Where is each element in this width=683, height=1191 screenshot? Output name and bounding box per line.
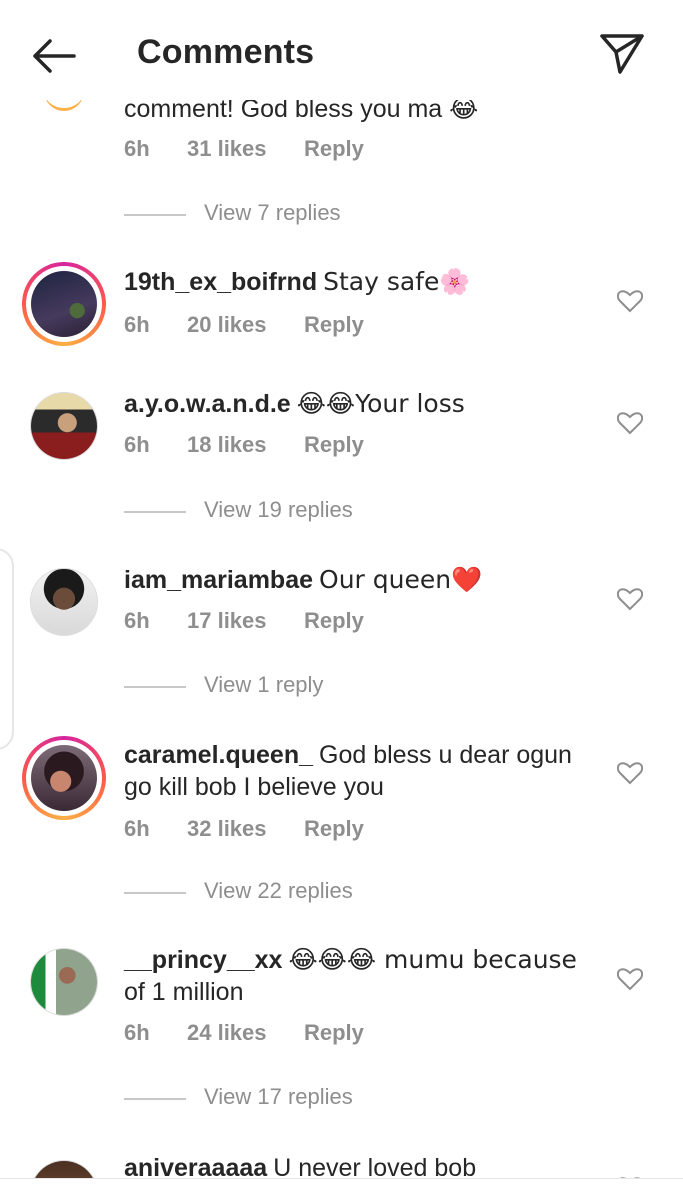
view-replies-button[interactable]: View 1 reply (124, 672, 524, 702)
heart-icon[interactable] (617, 967, 643, 991)
view-replies-button[interactable]: View 7 replies (124, 200, 524, 230)
reply-button[interactable]: Reply (304, 608, 364, 634)
comment-text: aniveraaaaa U never loved bob (124, 1152, 594, 1178)
divider (124, 1098, 186, 1100)
comment-time: 6h (124, 1020, 150, 1045)
comment-text: caramel.queen_ God bless u dear ogun go k… (124, 741, 572, 801)
comment-time: 6h (124, 816, 150, 841)
comment-username[interactable]: caramel.queen_ (124, 741, 313, 769)
comment-likes[interactable]: 24 likes (187, 1020, 267, 1046)
heart-icon[interactable] (617, 411, 643, 435)
avatar[interactable] (22, 736, 106, 820)
avatar[interactable] (22, 262, 106, 346)
comment-time: 6h (124, 432, 150, 457)
comment-username[interactable]: a.y.o.w.a.n.d.e (124, 390, 291, 418)
comment-time: 6h (124, 312, 150, 337)
bottom-edge (0, 1178, 683, 1191)
reply-button[interactable]: Reply (304, 432, 364, 458)
top-bar: Comments (0, 0, 683, 100)
divider (124, 511, 186, 513)
page-title: Comments (137, 33, 315, 71)
comment-likes[interactable]: 20 likes (187, 312, 267, 338)
comment-text: iam_mariambae Our queen❤️ (124, 565, 483, 594)
reply-button[interactable]: Reply (304, 1020, 364, 1046)
avatar[interactable] (22, 560, 106, 644)
divider (124, 214, 186, 216)
reply-button[interactable]: Reply (304, 136, 364, 162)
reply-button[interactable]: Reply (304, 312, 364, 338)
avatar[interactable] (22, 384, 106, 468)
comment-text: 19th_ex_boifrnd Stay safe🌸 (124, 267, 471, 296)
divider (124, 686, 186, 688)
heart-icon[interactable] (617, 587, 643, 611)
comments-feed[interactable]: comment! God bless you ma 😂 6h 31 likes … (0, 0, 683, 1178)
heart-icon[interactable] (617, 761, 643, 785)
left-edge-handle (0, 548, 14, 750)
arrow-left-icon[interactable] (28, 34, 80, 78)
view-replies-button[interactable]: View 19 replies (124, 497, 524, 527)
view-replies-button[interactable]: View 17 replies (124, 1084, 524, 1114)
comment-text: __princy__xx 😂😂😂 mumu because of 1 millio… (124, 945, 577, 1006)
comment-username[interactable]: iam_mariambae (124, 566, 313, 594)
avatar[interactable] (22, 1152, 106, 1178)
comment-likes[interactable]: 32 likes (187, 816, 267, 842)
comment-time: 6h (124, 136, 150, 161)
comment-username[interactable]: 19th_ex_boifrnd (124, 268, 317, 296)
comment-likes[interactable]: 31 likes (187, 136, 267, 162)
divider (124, 892, 186, 894)
reply-button[interactable]: Reply (304, 816, 364, 842)
comment-username[interactable]: __princy__xx (124, 946, 282, 974)
paper-plane-icon[interactable] (598, 30, 646, 76)
comment-username[interactable]: aniveraaaaa (124, 1154, 267, 1178)
heart-icon[interactable] (617, 289, 643, 313)
comment-text: a.y.o.w.a.n.d.e 😂😂Your loss (124, 389, 465, 418)
avatar[interactable] (22, 940, 106, 1024)
comment-likes[interactable]: 18 likes (187, 432, 267, 458)
comment-time: 6h (124, 608, 150, 633)
view-replies-button[interactable]: View 22 replies (124, 878, 524, 908)
comment-likes[interactable]: 17 likes (187, 608, 267, 634)
